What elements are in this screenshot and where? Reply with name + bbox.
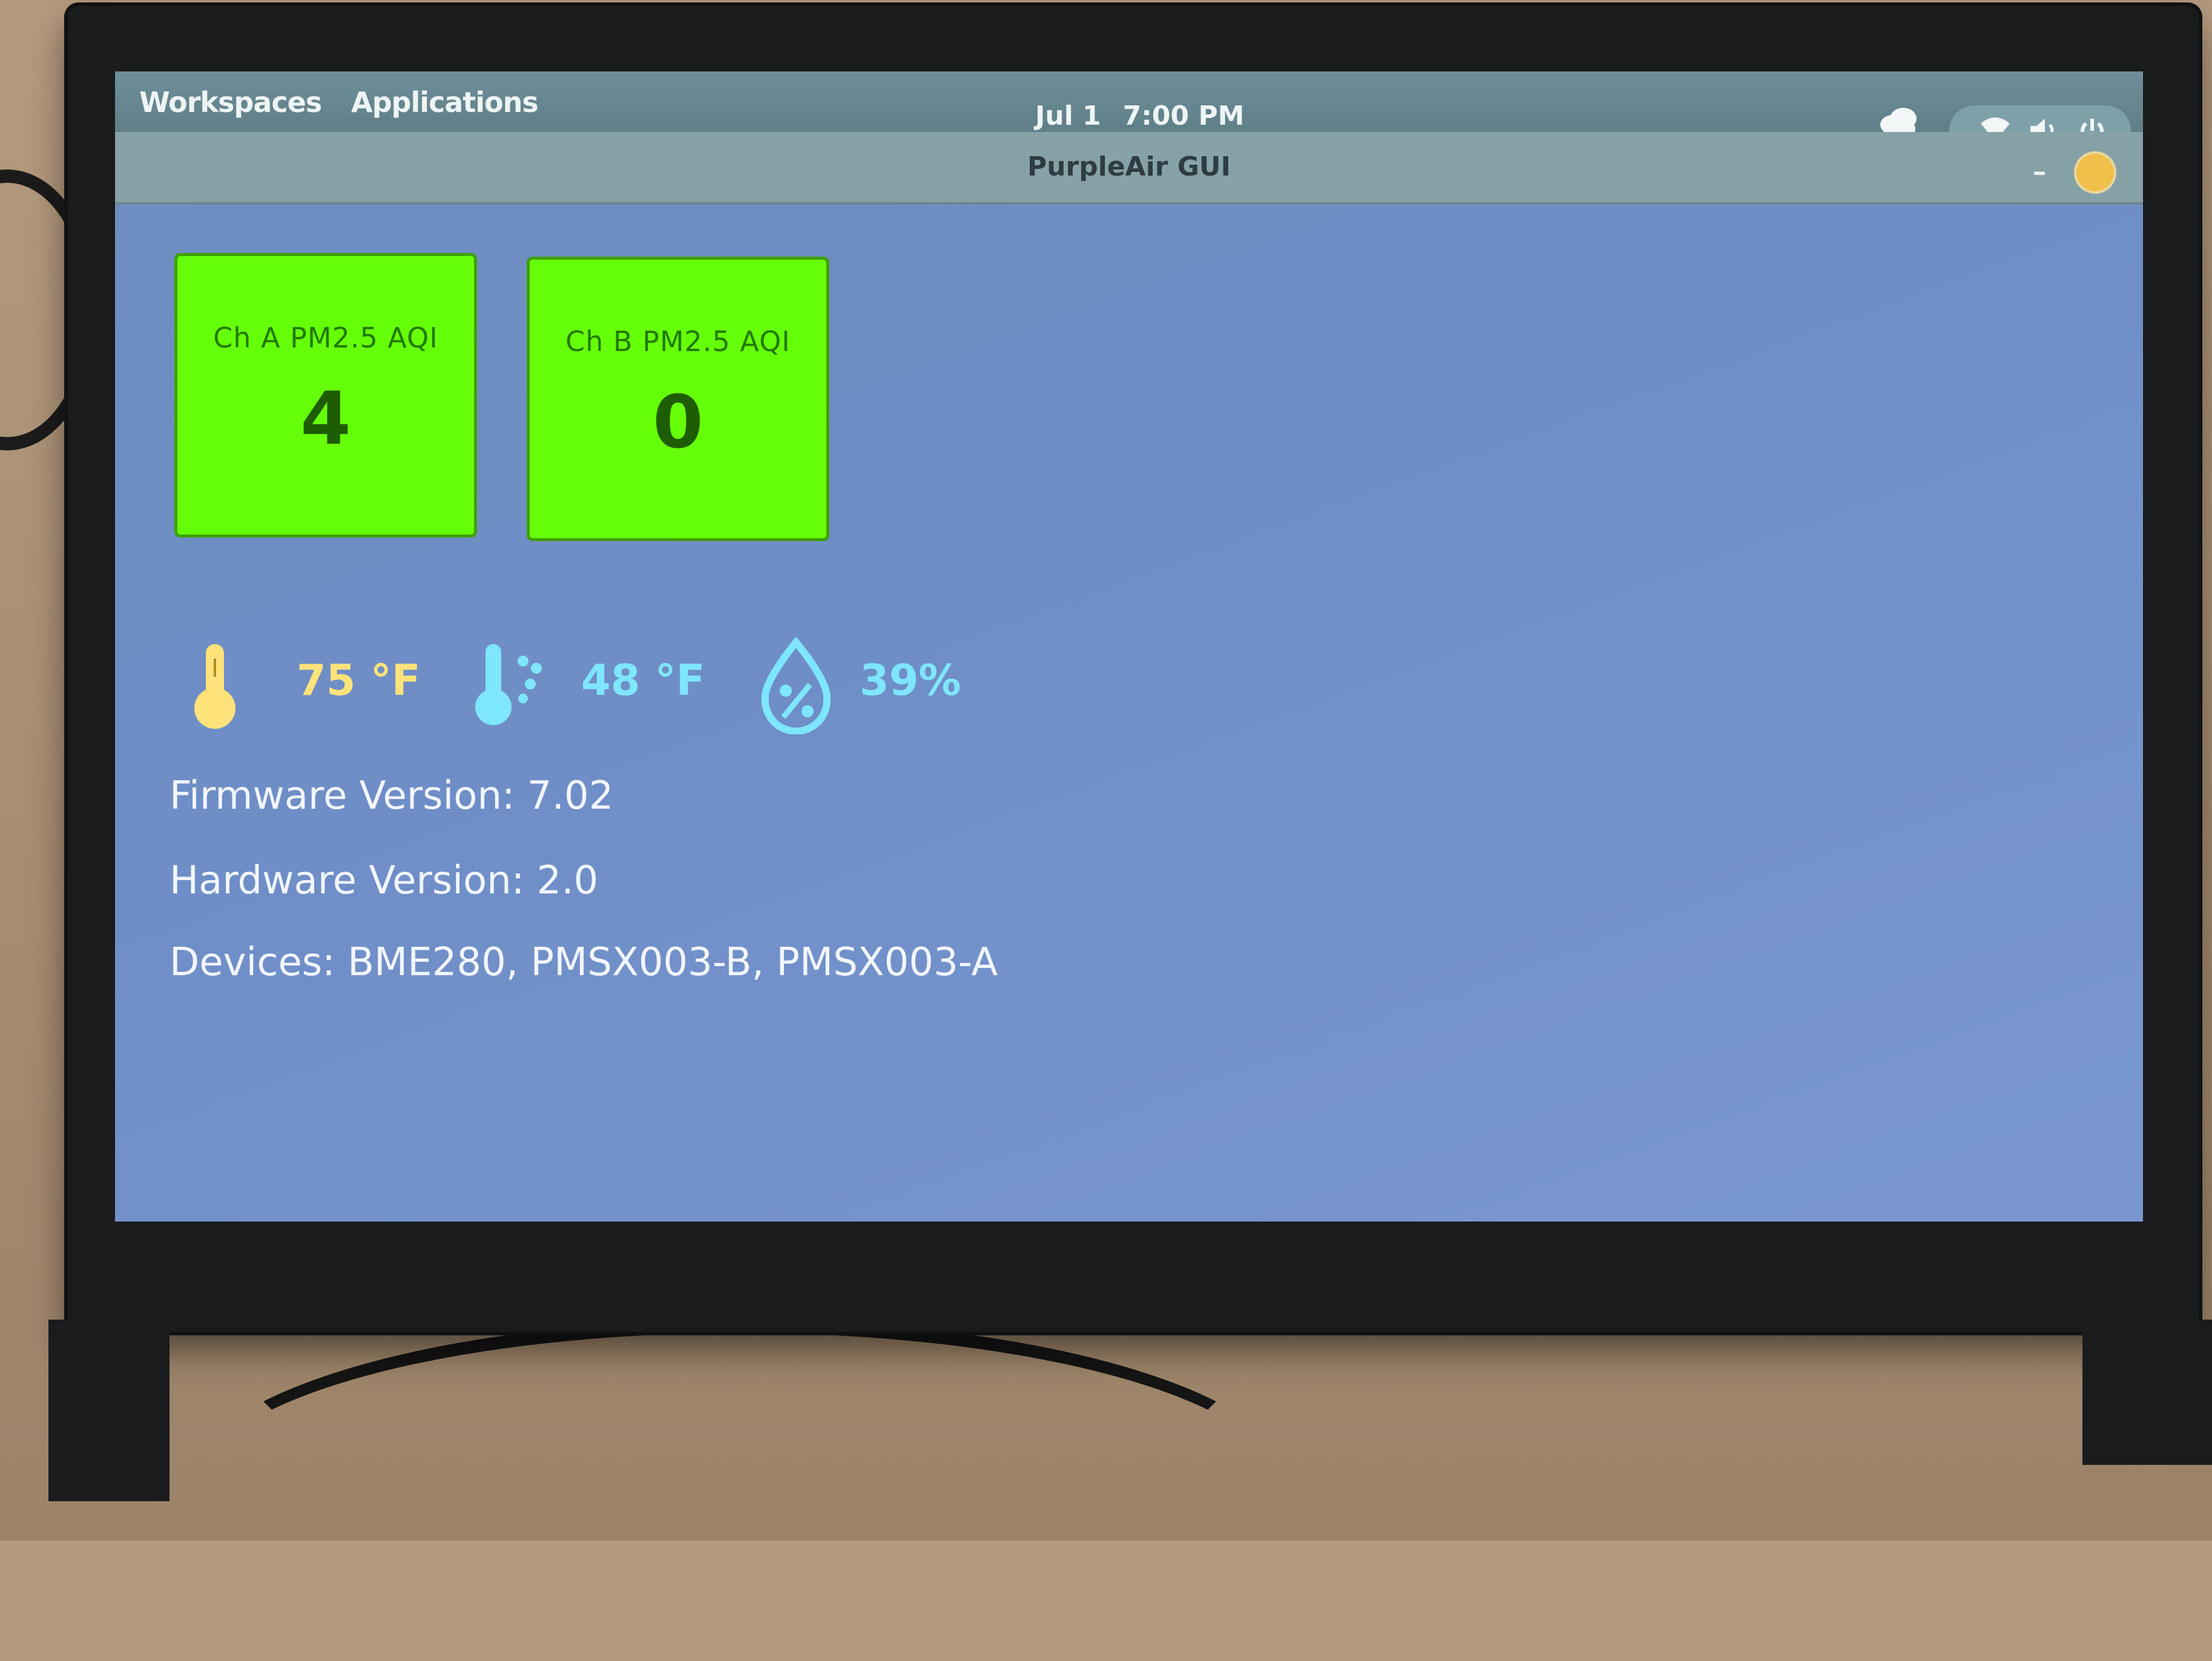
workspaces-menu[interactable]: Workspaces (139, 86, 322, 119)
aqi-tile-label: Ch B PM2.5 AQI (565, 325, 791, 358)
aqi-tile-value: 0 (653, 381, 703, 465)
humidity-drop-icon (757, 636, 835, 737)
firmware-version: Firmware Version: 7.02 (170, 774, 614, 818)
aqi-tile-label: Ch A PM2.5 AQI (213, 321, 438, 354)
devices-list: Devices: BME280, PMSX003-B, PMSX003-A (170, 940, 998, 985)
temperature-value: 75 °F (297, 656, 421, 705)
close-button[interactable] (2076, 154, 2114, 191)
dewpoint-value: 48 °F (581, 656, 705, 705)
applications-menu[interactable]: Applications (351, 86, 539, 119)
humidity-value: 39% (860, 656, 961, 705)
monitor-stand-left (48, 1320, 170, 1501)
hardware-version: Hardware Version: 2.0 (170, 858, 599, 903)
display-screen: Workspaces Applications Jul 1 7:00 PM Pur… (115, 71, 2143, 1222)
window-title: PurpleAir GUI (1027, 151, 1231, 182)
aqi-tile-channel-b: Ch B PM2.5 AQI 0 (527, 257, 829, 541)
clock[interactable]: Jul 1 7:00 PM (1035, 100, 1266, 131)
aqi-tile-channel-a: Ch A PM2.5 AQI 4 (174, 253, 477, 538)
app-content: Ch A PM2.5 AQI 4 Ch B PM2.5 AQI 0 75 °F … (115, 205, 2143, 1222)
thermometer-icon (188, 640, 242, 734)
clock-time: 7:00 PM (1122, 100, 1245, 131)
cable (182, 1320, 1298, 1661)
top-panel: Workspaces Applications Jul 1 7:00 PM (115, 71, 2143, 156)
monitor-stand-right (2082, 1320, 2212, 1465)
minimize-button[interactable]: – (2033, 156, 2046, 187)
dewpoint-icon (472, 640, 551, 734)
aqi-tile-value: 4 (300, 377, 351, 461)
clock-date: Jul 1 (1035, 100, 1101, 131)
window-titlebar[interactable]: PurpleAir GUI – (115, 132, 2143, 205)
